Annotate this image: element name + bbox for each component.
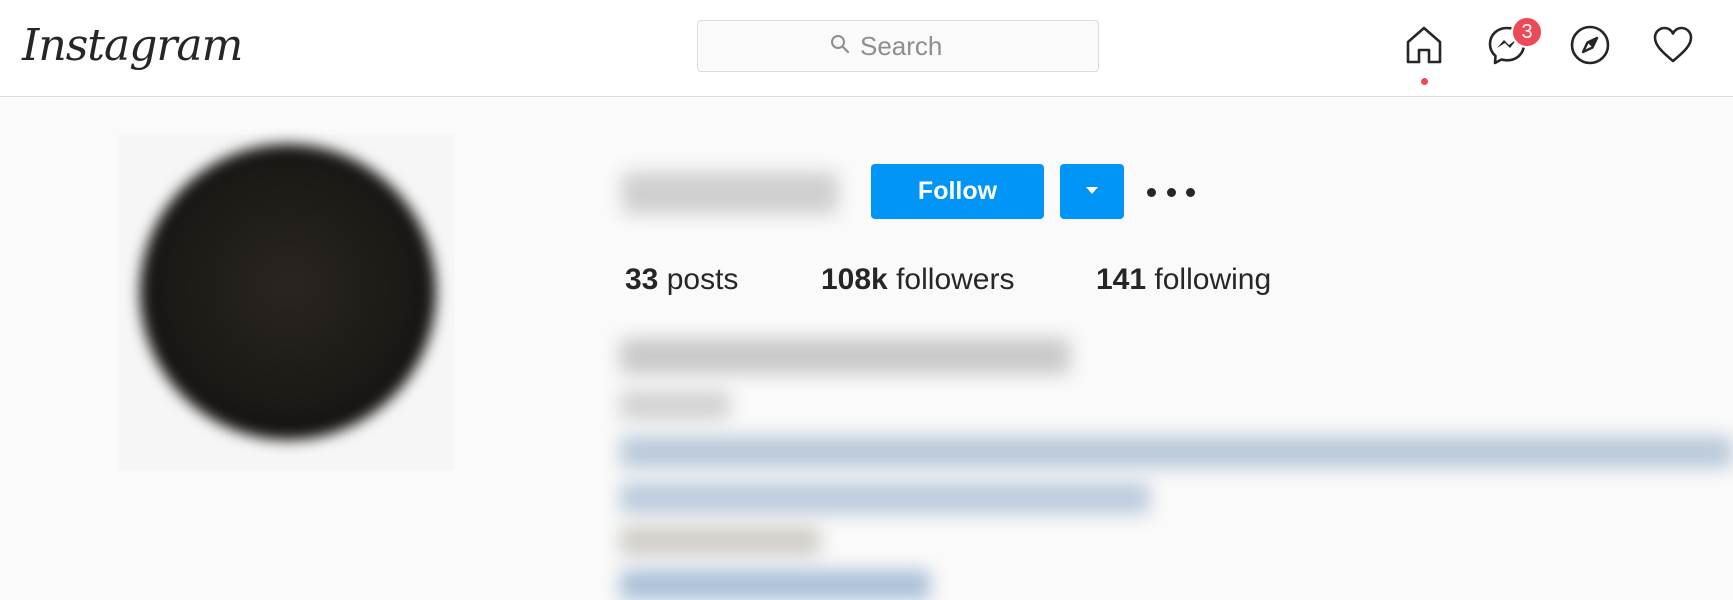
avatar[interactable] xyxy=(140,144,436,440)
top-navigation-bar: Instagram Search 3 xyxy=(0,0,1733,97)
profile-avatar-container xyxy=(118,134,454,470)
posts-count: 33 xyxy=(625,263,659,296)
posts-stat: 33 posts xyxy=(625,263,738,297)
following-label: following xyxy=(1154,263,1272,296)
blurred-category xyxy=(620,390,730,420)
follow-button[interactable]: Follow xyxy=(871,164,1044,219)
following-stat[interactable]: 141 following xyxy=(1096,263,1271,297)
dot-icon xyxy=(1147,187,1156,197)
following-count: 141 xyxy=(1096,263,1147,296)
explore-compass-icon[interactable] xyxy=(1567,22,1613,68)
search-placeholder: Search xyxy=(860,30,943,61)
messages-badge: 3 xyxy=(1511,16,1543,48)
search-input[interactable]: Search xyxy=(697,20,1099,72)
home-icon[interactable] xyxy=(1401,22,1447,68)
home-notification-dot xyxy=(1421,78,1428,85)
posts-label: posts xyxy=(666,263,739,296)
blurred-bio-link-line-1[interactable] xyxy=(620,436,1733,468)
search-icon xyxy=(830,34,850,59)
blurred-full-name xyxy=(620,338,1070,374)
blurred-bio-link-line-2[interactable] xyxy=(620,482,1150,514)
followers-count: 108k xyxy=(821,263,888,296)
dot-icon xyxy=(1186,187,1195,197)
suggested-accounts-button[interactable] xyxy=(1060,164,1124,219)
blurred-bio-link-line-4[interactable] xyxy=(620,570,930,600)
blurred-bio-line-3 xyxy=(620,526,820,556)
followers-label: followers xyxy=(896,263,1015,296)
activity-heart-icon[interactable] xyxy=(1650,22,1696,68)
followers-stat[interactable]: 108k followers xyxy=(821,263,1014,297)
chevron-down-icon xyxy=(1084,184,1100,199)
instagram-logo[interactable]: Instagram xyxy=(22,18,243,74)
more-options-button[interactable] xyxy=(1147,175,1195,209)
dot-icon xyxy=(1166,187,1176,197)
blurred-username xyxy=(622,172,838,214)
